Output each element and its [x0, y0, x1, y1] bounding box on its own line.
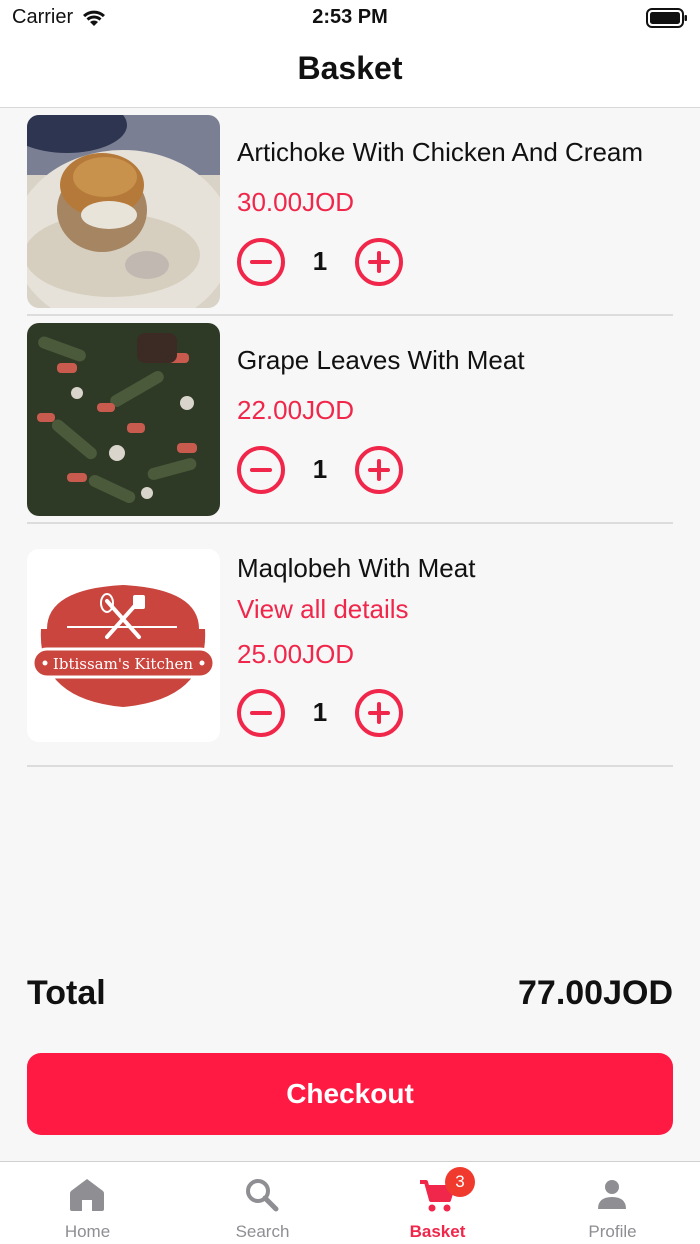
item-price: 22.00JOD [237, 395, 355, 425]
home-icon [70, 1179, 104, 1211]
status-bar: Carrier 2:53 PM [0, 0, 700, 40]
checkout-button-label: Checkout [286, 1078, 414, 1109]
item-divider [27, 314, 673, 316]
checkout-button[interactable]: Checkout [27, 1053, 673, 1135]
clock: 2:53 PM [312, 6, 388, 28]
tab-search[interactable]: Search [175, 1162, 350, 1244]
page-title: Basket [297, 50, 403, 86]
quantity-stepper: 1 [237, 446, 407, 494]
basket-item: Ibtissam's Kitchen Maqlobeh With Meat Vi… [27, 549, 673, 742]
decrease-quantity-button[interactable] [237, 446, 285, 494]
tab-basket[interactable]: 3 Basket [350, 1162, 525, 1244]
basket-item: Artichoke With Chicken And Cream 30.00JO… [27, 115, 673, 308]
decrease-quantity-button[interactable] [237, 689, 285, 737]
navigation-bar: Basket [0, 40, 700, 108]
item-divider [27, 522, 673, 524]
item-price: 25.00JOD [237, 639, 355, 669]
search-icon [246, 1179, 279, 1212]
tab-label: Home [64, 1222, 111, 1241]
increase-quantity-button[interactable] [355, 238, 403, 286]
minus-icon [250, 711, 272, 715]
view-all-details-link[interactable]: View all details [237, 594, 409, 625]
quantity-value: 1 [312, 697, 328, 727]
total-value: 77.00JOD [518, 974, 673, 1012]
item-name: Artichoke With Chicken And Cream [237, 137, 644, 167]
person-icon [598, 1180, 626, 1209]
artichoke-dish-photo[interactable] [27, 115, 220, 308]
cart-count-badge: 3 [445, 1167, 475, 1197]
minus-icon [250, 468, 272, 472]
battery-icon [646, 8, 687, 28]
item-name: Maqlobeh With Meat [237, 553, 476, 583]
grape-leaves-dish-photo[interactable] [27, 323, 220, 516]
quantity-stepper: 1 [237, 238, 407, 286]
tab-label: Profile [588, 1222, 637, 1241]
item-divider [27, 765, 673, 767]
decrease-quantity-button[interactable] [237, 238, 285, 286]
tab-profile[interactable]: Profile [525, 1162, 700, 1244]
tab-home[interactable]: Home [0, 1162, 175, 1244]
quantity-stepper: 1 [237, 689, 407, 737]
total-label: Total [27, 974, 106, 1012]
quantity-value: 1 [312, 454, 328, 484]
tab-bar: Home Search 3 Basket Profile [0, 1161, 700, 1244]
tab-label: Basket [409, 1222, 466, 1241]
increase-quantity-button[interactable] [355, 689, 403, 737]
minus-icon [250, 260, 272, 264]
quantity-value: 1 [312, 246, 328, 276]
increase-quantity-button[interactable] [355, 446, 403, 494]
item-price: 30.00JOD [237, 187, 355, 217]
basket-item: Grape Leaves With Meat 22.00JOD 1 [27, 323, 673, 516]
kitchen-logo[interactable]: Ibtissam's Kitchen [27, 549, 220, 742]
item-name: Grape Leaves With Meat [237, 345, 525, 375]
tab-label: Search [235, 1222, 290, 1241]
kitchen-logo-text: Ibtissam's Kitchen [53, 655, 193, 673]
